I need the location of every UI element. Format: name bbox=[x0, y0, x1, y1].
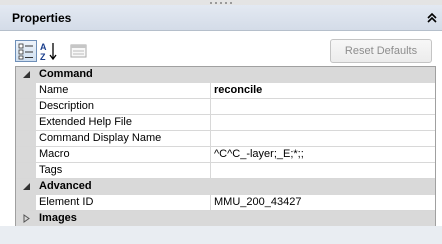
property-row-name[interactable]: Name reconcile bbox=[16, 83, 435, 99]
property-value[interactable] bbox=[211, 163, 435, 178]
svg-text:Z: Z bbox=[40, 52, 46, 62]
collapsed-triangle-icon[interactable] bbox=[22, 214, 31, 223]
property-row-command-display-name[interactable]: Command Display Name bbox=[16, 131, 435, 147]
property-name: Command Display Name bbox=[36, 131, 211, 146]
property-row-extended-help-file[interactable]: Extended Help File bbox=[16, 115, 435, 131]
panel-footer bbox=[0, 226, 442, 244]
reset-defaults-button[interactable]: Reset Defaults bbox=[330, 39, 432, 63]
category-row-images[interactable]: Images bbox=[16, 211, 435, 227]
category-label: Command bbox=[39, 68, 93, 80]
property-name: Tags bbox=[36, 163, 211, 178]
category-gutter bbox=[16, 179, 36, 194]
alphabetical-view-button[interactable]: A Z bbox=[38, 40, 60, 62]
property-gutter bbox=[16, 99, 36, 114]
property-value[interactable]: reconcile bbox=[211, 83, 435, 98]
properties-toolbar: A Z Reset Defaults bbox=[0, 31, 442, 66]
category-row-advanced[interactable]: Advanced bbox=[16, 179, 435, 195]
categorized-view-button[interactable] bbox=[15, 40, 37, 62]
property-name: Extended Help File bbox=[36, 115, 211, 130]
property-value[interactable] bbox=[211, 115, 435, 130]
property-name: Description bbox=[36, 99, 211, 114]
property-row-tags[interactable]: Tags bbox=[16, 163, 435, 179]
property-gutter bbox=[16, 83, 36, 98]
property-pages-icon bbox=[70, 44, 87, 58]
property-gutter bbox=[16, 163, 36, 178]
expanded-triangle-icon[interactable] bbox=[22, 70, 31, 79]
category-label: Advanced bbox=[39, 180, 92, 192]
property-name: Macro bbox=[36, 147, 211, 162]
property-name: Name bbox=[36, 83, 211, 98]
property-row-element-id[interactable]: Element ID MMU_200_43427 bbox=[16, 195, 435, 211]
property-value[interactable] bbox=[211, 99, 435, 114]
sort-az-icon: A Z bbox=[40, 42, 57, 62]
category-gutter bbox=[16, 67, 36, 82]
category-gutter bbox=[16, 211, 36, 226]
property-gutter bbox=[16, 115, 36, 130]
property-gutter bbox=[16, 147, 36, 162]
panel-title-bar: Properties bbox=[0, 5, 442, 31]
property-value[interactable] bbox=[211, 131, 435, 146]
svg-text:A: A bbox=[40, 42, 47, 52]
categorized-view-icon bbox=[18, 43, 33, 60]
property-row-macro[interactable]: Macro ^C^C_-layer;_E;*;; bbox=[16, 147, 435, 163]
category-label: Images bbox=[39, 212, 77, 224]
property-value[interactable]: MMU_200_43427 bbox=[211, 195, 435, 210]
property-name: Element ID bbox=[36, 195, 211, 210]
property-grid: Command Name reconcile Description Extended … bbox=[15, 66, 436, 227]
property-value[interactable]: ^C^C_-layer;_E;*;; bbox=[211, 147, 435, 162]
expanded-triangle-icon[interactable] bbox=[22, 182, 31, 191]
panel-title: Properties bbox=[12, 11, 72, 25]
category-row-command[interactable]: Command bbox=[16, 67, 435, 83]
property-gutter bbox=[16, 131, 36, 146]
property-pages-button[interactable] bbox=[68, 40, 90, 62]
collapse-panel-icon[interactable] bbox=[425, 11, 439, 25]
property-gutter bbox=[16, 195, 36, 210]
property-row-description[interactable]: Description bbox=[16, 99, 435, 115]
